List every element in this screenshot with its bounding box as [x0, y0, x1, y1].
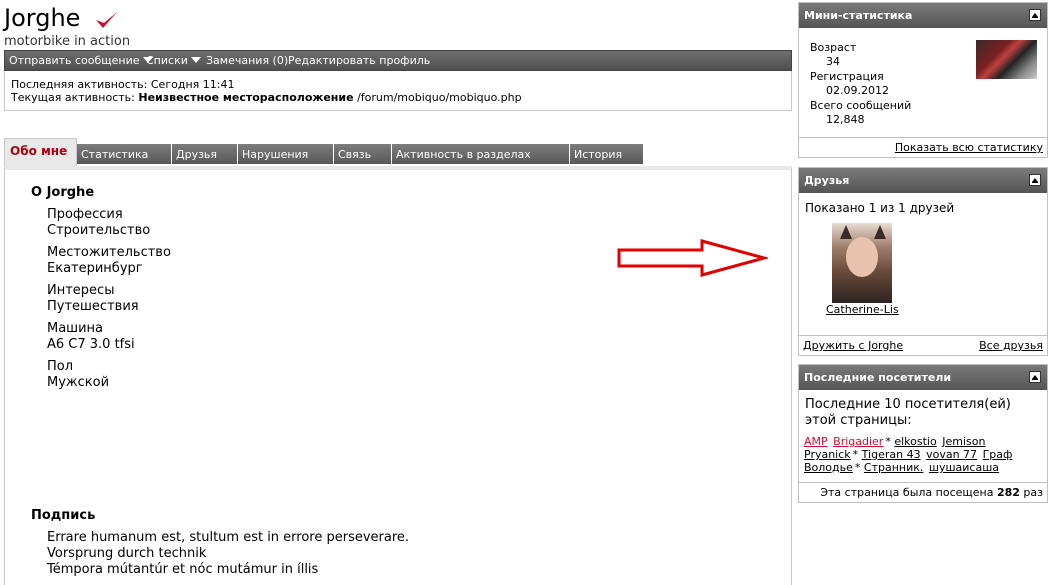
chevron-down-icon [190, 57, 201, 63]
field-label: Машина [47, 321, 103, 336]
red-arrow-icon [617, 239, 768, 277]
visitor-link[interactable]: Jemison [942, 435, 985, 448]
field-label: Местожительство [47, 245, 171, 260]
visitors-footer: Эта страница была посещена 282 раз [799, 482, 1047, 502]
ministats-footer: Показать всю статистику [799, 137, 1047, 157]
field-value: Строительство [47, 223, 151, 238]
visitors-header: Последние посетители [799, 365, 1047, 390]
friends-header: Друзья [799, 168, 1047, 193]
tab-section-activity[interactable]: Активность в разделах [392, 144, 570, 164]
visitor-link[interactable]: Странник. [864, 461, 924, 474]
friends-footer: Дружить с Jorghe Все друзья [799, 335, 1047, 355]
age-label: Возраст [810, 41, 857, 54]
ministats-title: Мини-статистика [804, 9, 913, 22]
visitors-intro-line: Последние 10 посетителя(ей) [805, 397, 1011, 412]
checkmark-icon [96, 12, 117, 28]
visitors-intro: Последние 10 посетителя(ей) этой страниц… [805, 397, 1011, 429]
visitor-link[interactable]: elkostio [894, 435, 936, 448]
visitors-list: AMP Brigadier * elkostio Jemison Pryanick… [804, 435, 1044, 474]
about-field: Машина A6 C7 3.0 tfsi [47, 321, 135, 353]
lists-button[interactable]: Списки [146, 54, 201, 67]
friend-name-link[interactable]: Catherine-Lis [826, 303, 899, 316]
all-friends-link[interactable]: Все друзья [979, 339, 1043, 352]
visitor-link[interactable]: Pryanick [804, 448, 851, 461]
friends-block: Друзья Показано 1 из 1 друзей Catherine-… [798, 167, 1048, 356]
tab-about[interactable]: Обо мне [4, 138, 77, 166]
field-value: Екатеринбург [47, 261, 143, 276]
ministats-block: Мини-статистика Возраст 34 Регистрация 0… [798, 2, 1048, 158]
visited-text: Эта страница была посещена [820, 486, 994, 499]
registration-label: Регистрация [810, 70, 884, 83]
profile-action-bar: Отправить сообщение Списки Замечания (0)… [4, 50, 792, 71]
visitors-title: Последние посетители [804, 371, 952, 384]
posts-value: 12,848 [826, 113, 865, 126]
send-message-button[interactable]: Отправить сообщение [9, 54, 153, 67]
about-field: Пол Мужской [47, 359, 109, 391]
friends-title: Друзья [804, 174, 850, 187]
collapse-icon[interactable] [1029, 371, 1041, 383]
befriend-link[interactable]: Дружить с Jorghe [803, 339, 903, 352]
visitor-link[interactable]: Володье [804, 461, 853, 474]
current-activity-path: /forum/mobiquo/mobiquo.php [357, 91, 522, 104]
show-all-stats-link[interactable]: Показать всю статистику [895, 141, 1043, 154]
posts-label: Всего сообщений [810, 99, 912, 112]
ministats-header: Мини-статистика [799, 3, 1047, 28]
tab-statistics[interactable]: Статистика [77, 144, 172, 164]
field-value: Мужской [47, 375, 110, 390]
notes-button[interactable]: Замечания (0) [206, 54, 288, 67]
about-field: Местожительство Екатеринбург [47, 245, 171, 277]
visitor-link[interactable]: AMP [804, 435, 828, 448]
signature-line: Errare humanum est, stultum est in error… [47, 530, 410, 545]
friend-avatar[interactable] [832, 223, 892, 303]
tab-violations[interactable]: Нарушения [238, 144, 334, 164]
last-activity-label: Последняя активность: [11, 78, 148, 91]
visitors-intro-line: этой страницы: [805, 413, 912, 428]
about-field: Интересы Путешествия [47, 283, 139, 315]
signature-line: Témpora mútantúr et nóc mutámur in íllis [47, 562, 319, 577]
tab-history[interactable]: История [570, 144, 644, 164]
visited-count: 282 [996, 486, 1020, 499]
profile-tabs: Обо мне Статистика Друзья Нарушения Связ… [4, 138, 792, 166]
field-label: Профессия [47, 207, 123, 222]
visitor-link[interactable]: Граф [983, 448, 1013, 461]
signature-title: Подпись [31, 508, 96, 523]
friends-count: Показано 1 из 1 друзей [805, 201, 955, 215]
about-title: О Jorghe [31, 185, 95, 200]
signature-text: Errare humanum est, stultum est in error… [47, 530, 409, 578]
visitor-link[interactable]: Tigeran 43 [862, 448, 921, 461]
visitor-star: * [854, 461, 861, 474]
current-activity-label: Текущая активность: [11, 91, 135, 104]
registration-value: 02.09.2012 [826, 84, 889, 97]
visitor-link[interactable]: Brigadier [833, 435, 883, 448]
signature-line: Vorsprung durch technik [47, 546, 207, 561]
visitor-link[interactable]: шушаисаша [929, 461, 999, 474]
field-value: Путешествия [47, 299, 139, 314]
visitor-link[interactable]: vovan 77 [926, 448, 977, 461]
visited-suffix: раз [1023, 486, 1043, 499]
collapse-icon[interactable] [1029, 9, 1041, 21]
user-avatar[interactable] [976, 40, 1037, 79]
tab-friends[interactable]: Друзья [172, 144, 238, 164]
activity-panel: Последняя активность: Сегодня 11:41 Теку… [4, 71, 792, 111]
field-label: Интересы [47, 283, 115, 298]
last-activity-value: Сегодня 11:41 [150, 78, 235, 91]
tab-contact[interactable]: Связь [334, 144, 392, 164]
visitor-star: * [885, 435, 891, 448]
visitors-block: Последние посетители Последние 10 посети… [798, 364, 1048, 503]
field-value: A6 C7 3.0 tfsi [47, 337, 135, 352]
collapse-icon[interactable] [1029, 174, 1041, 186]
edit-profile-button[interactable]: Редактировать профиль [288, 54, 430, 67]
field-label: Пол [47, 359, 74, 374]
about-field: Профессия Строительство [47, 207, 150, 239]
profile-usertitle: motorbike in action [4, 34, 131, 49]
age-value: 34 [826, 55, 840, 68]
profile-username: Jorghe [4, 4, 81, 32]
current-activity-location: Неизвестное месторасположение [138, 91, 354, 104]
visitor-star: * [852, 448, 859, 461]
